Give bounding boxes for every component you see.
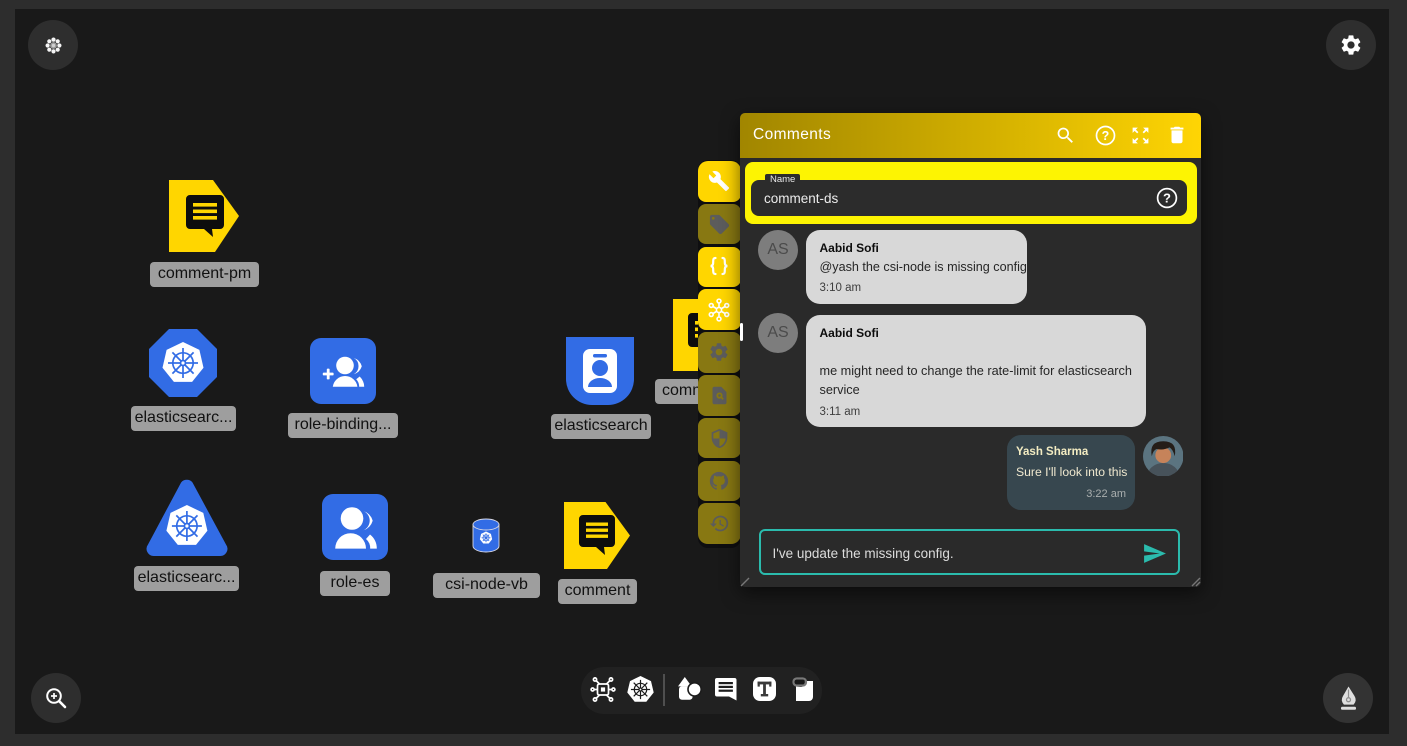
svg-text:?: ? <box>1102 129 1110 143</box>
svg-text:?: ? <box>1163 190 1171 205</box>
